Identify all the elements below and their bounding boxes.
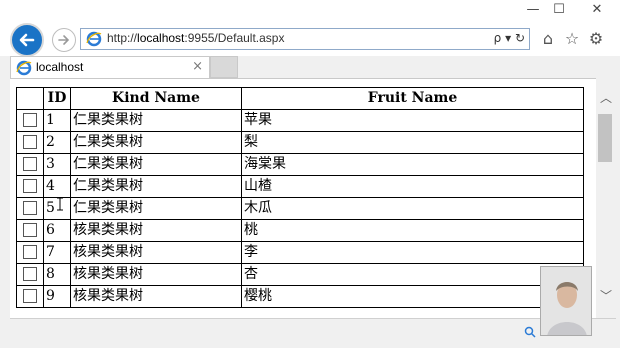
cell-kind: 核果类果树 <box>70 285 242 308</box>
scroll-thumb[interactable] <box>598 114 612 162</box>
table-row: 7 核果类果树 李 <box>16 241 584 264</box>
text-cursor-icon <box>57 197 63 211</box>
tab-localhost[interactable]: localhost × <box>10 56 210 78</box>
cell-kind: 仁果类果树 <box>70 131 242 154</box>
person-avatar-icon <box>541 267 591 335</box>
title-bar: — ☐ ✕ <box>0 0 620 22</box>
url-path: :9955/Default.aspx <box>184 31 285 45</box>
url-host: localhost <box>137 31 185 45</box>
cell-id: 1 <box>43 109 71 132</box>
cell-id: 7 <box>43 241 71 264</box>
cell-fruit: 梨 <box>241 131 584 154</box>
cell-id: 9 <box>43 285 71 308</box>
header-kind-name: Kind Name <box>70 87 242 110</box>
grid-header-row: ID Kind Name Fruit Name <box>16 87 584 110</box>
cell-fruit: 李 <box>241 241 584 264</box>
cell-fruit: 桃 <box>241 219 584 242</box>
home-icon[interactable]: ⌂ <box>538 29 558 49</box>
header-fruit-name: Fruit Name <box>241 87 584 110</box>
row-checkbox[interactable] <box>23 135 37 149</box>
forward-button[interactable] <box>52 28 76 52</box>
vertical-scrollbar[interactable]: ︿ ﹀ <box>596 78 616 318</box>
address-bar[interactable]: http://localhost:9955/Default.aspx ρ ▾ ↻ <box>80 28 530 50</box>
table-row: 4 仁果类果树 山楂 <box>16 175 584 198</box>
table-row: 1 仁果类果树 苹果 <box>16 109 584 132</box>
row-checkbox[interactable] <box>23 245 37 259</box>
arrow-left-icon <box>19 33 35 47</box>
star-icon[interactable]: ☆ <box>562 29 582 49</box>
cell-kind: 核果类果树 <box>70 241 242 264</box>
fruit-grid: ID Kind Name Fruit Name 1 仁果类果树 苹果 2 仁果类… <box>16 87 584 308</box>
row-checkbox[interactable] <box>23 267 37 281</box>
cell-id: 4 <box>43 175 71 198</box>
maximize-button[interactable]: ☐ <box>546 0 572 20</box>
cell-kind: 仁果类果树 <box>70 153 242 176</box>
cell-fruit: 苹果 <box>241 109 584 132</box>
row-checkbox[interactable] <box>23 201 37 215</box>
table-row: 6 核果类果树 桃 <box>16 219 584 242</box>
close-window-button[interactable]: ✕ <box>584 0 610 20</box>
ie-logo-icon <box>86 31 102 47</box>
cell-kind: 仁果类果树 <box>70 175 242 198</box>
cell-fruit: 樱桃 <box>241 285 584 308</box>
header-select <box>16 87 44 110</box>
zoom-icon[interactable] <box>524 326 536 338</box>
page-viewport: ID Kind Name Fruit Name 1 仁果类果树 苹果 2 仁果类… <box>10 78 596 319</box>
row-checkbox[interactable] <box>23 157 37 171</box>
cell-id: 3 <box>43 153 71 176</box>
minimize-button[interactable]: — <box>520 0 546 20</box>
row-checkbox[interactable] <box>23 113 37 127</box>
back-button[interactable] <box>10 23 44 57</box>
header-id: ID <box>43 87 71 110</box>
cell-id: 8 <box>43 263 71 286</box>
cell-fruit: 山楂 <box>241 175 584 198</box>
cell-fruit: 杏 <box>241 263 584 286</box>
row-checkbox[interactable] <box>23 223 37 237</box>
url-text[interactable]: http://localhost:9955/Default.aspx <box>107 31 284 45</box>
tab-label: localhost <box>36 60 84 74</box>
cell-kind: 仁果类果树 <box>70 197 242 220</box>
cell-fruit: 海棠果 <box>241 153 584 176</box>
cell-fruit: 木瓜 <box>241 197 584 220</box>
webcam-overlay <box>540 266 592 336</box>
cell-id: 2 <box>43 131 71 154</box>
table-row: 2 仁果类果树 梨 <box>16 131 584 154</box>
close-tab-icon[interactable]: × <box>192 59 203 74</box>
scroll-up-icon[interactable]: ︿ <box>598 90 614 106</box>
address-controls[interactable]: ρ ▾ ↻ <box>494 31 525 45</box>
arrow-right-icon <box>58 35 70 45</box>
ie-logo-icon <box>16 60 32 76</box>
table-row: 9 核果类果树 樱桃 <box>16 285 584 308</box>
table-row: 8 核果类果树 杏 <box>16 263 584 286</box>
cell-id: 6 <box>43 219 71 242</box>
scroll-down-icon[interactable]: ﹀ <box>598 288 614 304</box>
gear-icon[interactable]: ⚙ <box>586 29 606 49</box>
url-scheme: http:// <box>107 31 138 45</box>
table-row: 3 仁果类果树 海棠果 <box>16 153 584 176</box>
row-checkbox[interactable] <box>23 289 37 303</box>
cell-kind: 仁果类果树 <box>70 109 242 132</box>
row-checkbox[interactable] <box>23 179 37 193</box>
cell-kind: 核果类果树 <box>70 219 242 242</box>
new-tab-button[interactable] <box>210 56 238 78</box>
table-row: 5 仁果类果树 木瓜 <box>16 197 584 220</box>
cell-kind: 核果类果树 <box>70 263 242 286</box>
